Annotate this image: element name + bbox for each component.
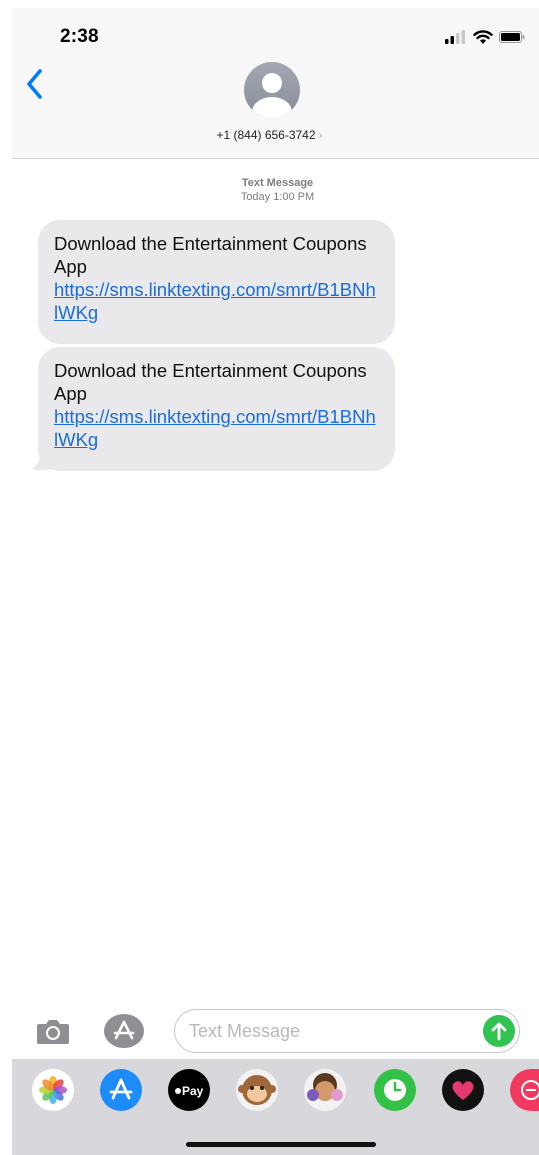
chevron-left-icon[interactable] <box>24 68 44 100</box>
status-time: 2:38 <box>60 26 99 47</box>
camera-icon[interactable] <box>36 1016 70 1046</box>
wifi-icon <box>473 30 493 44</box>
apple-pay-label: Pay <box>182 1084 204 1098</box>
message-bubble[interactable]: Download the Entertainment Coupons App h… <box>38 347 395 471</box>
bubble-tail <box>32 455 52 471</box>
photos-icon[interactable] <box>32 1069 74 1111</box>
more-app-icon[interactable] <box>510 1069 539 1111</box>
person-silhouette-icon[interactable] <box>244 62 300 118</box>
home-indicator[interactable] <box>186 1142 376 1147</box>
message-input-placeholder: Text Message <box>189 1021 301 1041</box>
heart-icon[interactable] <box>442 1069 484 1111</box>
contact-number[interactable]: +1 (844) 656-3742 <box>216 128 315 142</box>
apple-pay-icon[interactable]: Pay <box>168 1069 210 1111</box>
message-input[interactable]: Text Message <box>174 1009 520 1053</box>
arrow-up-icon <box>491 1022 507 1041</box>
chevron-right-icon: › <box>318 128 323 142</box>
message-type-label: Text Message <box>241 177 314 189</box>
clock-icon[interactable] <box>374 1069 416 1111</box>
message-time-label: Today 1:00 PM <box>240 191 315 203</box>
message-bubble[interactable]: Download the Entertainment Coupons App h… <box>38 220 395 344</box>
contact-name[interactable]: +1 (844) 656-3742 › <box>0 128 539 142</box>
app-store-icon[interactable] <box>104 1014 144 1048</box>
animoji-monkey-icon[interactable] <box>236 1069 278 1111</box>
thread-timestamp: Text Message Today 1:00 PM <box>0 176 539 204</box>
message-link[interactable]: https://sms.linktexting.com/smrt/B1BNhlW… <box>54 279 376 323</box>
battery-icon <box>499 31 525 43</box>
send-button[interactable] <box>483 1015 515 1047</box>
status-icons <box>445 30 525 44</box>
message-text: Download the Entertainment Coupons App <box>54 360 367 404</box>
signal-bars-icon <box>445 30 465 44</box>
app-store-icon[interactable] <box>100 1069 142 1111</box>
memoji-icon[interactable] <box>304 1069 346 1111</box>
message-text: Download the Entertainment Coupons App <box>54 233 367 277</box>
message-link[interactable]: https://sms.linktexting.com/smrt/B1BNhlW… <box>54 406 376 450</box>
